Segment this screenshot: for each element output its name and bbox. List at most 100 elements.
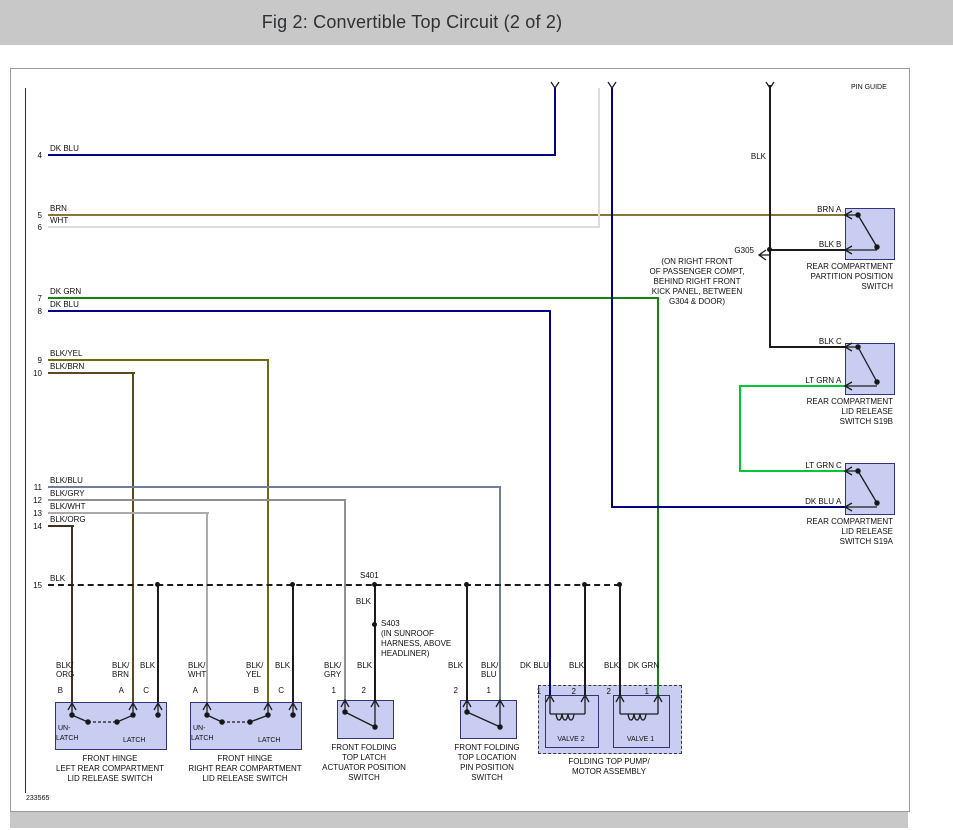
pin-letter: C <box>141 686 149 695</box>
wire-blkbrn-pin10-h <box>48 372 135 374</box>
wire-label: BLK/BLU <box>50 476 83 485</box>
wire-dkblu-pin4-h <box>48 154 556 156</box>
pin-number: 8 <box>26 307 42 316</box>
component-caption: MOTOR ASSEMBLY <box>538 767 680 776</box>
switch-position-label: LATCH <box>123 737 145 745</box>
wire-blkbrn-pin10-v <box>132 372 134 702</box>
wire-label: BLK <box>448 661 463 670</box>
latch-actuator-switch-box <box>337 700 394 739</box>
wire-blkwht-pin13-v <box>206 512 208 702</box>
component-caption: PARTITION POSITION <box>768 272 893 281</box>
pin-number: 10 <box>26 369 42 378</box>
component-caption: FRONT FOLDING <box>432 743 542 752</box>
wire-blkgry-pin12-h <box>48 499 346 501</box>
lid-release-switch-s19a-box <box>845 463 895 515</box>
pin-letter: A <box>190 686 198 695</box>
pin-number: 13 <box>26 509 42 518</box>
pin-number: 1 <box>483 686 491 695</box>
page-title: Fig 2: Convertible Top Circuit (2 of 2) <box>0 0 824 45</box>
wire-wht-pin6-v <box>598 88 600 228</box>
splice-s403-dot <box>372 622 377 627</box>
component-caption: PIN POSITION <box>432 763 542 772</box>
component-caption: ACTUATOR POSITION <box>309 763 419 772</box>
wire-label: BLK <box>342 597 371 606</box>
wire-dkblu-pin8-v <box>549 310 551 695</box>
wire-blk-s401-s403-v <box>374 585 376 700</box>
wire-label: BRN <box>50 204 67 213</box>
ground-note-line: OF PASSENGER COMPT, <box>640 267 754 276</box>
wire-blk-pinswitch-v <box>466 585 468 700</box>
component-caption: TOP LATCH <box>309 753 419 762</box>
wire-label: BLK/YEL <box>50 349 82 358</box>
wire-label: BLK <box>604 661 619 670</box>
wire-blkyel-pin9-v <box>267 359 269 702</box>
wire-label: BLK/ <box>112 661 129 670</box>
wire-label: BLK/ <box>246 661 263 670</box>
wire-label: BLK/ <box>324 661 341 670</box>
component-caption: REAR COMPARTMENT <box>768 397 893 406</box>
left-connector-rail <box>25 88 26 793</box>
wire-label: BLK <box>275 661 290 670</box>
pin-number: 2 <box>568 687 576 696</box>
wire-blkyel-pin9-h <box>48 359 269 361</box>
wire-label: DK BLU <box>50 144 79 153</box>
wire-label: BLK/BRN <box>50 362 84 371</box>
component-caption: FRONT HINGE <box>40 754 180 763</box>
wire-ltgrn-s19a-c-h <box>739 470 847 472</box>
pin-letter: C <box>836 337 842 346</box>
pin-number: 1 <box>533 687 541 696</box>
wire-label: DK BLU <box>788 497 834 506</box>
pin-letter: C <box>276 686 284 695</box>
valve-label: VALVE 1 <box>613 736 668 744</box>
wire-label: BRN <box>794 205 834 214</box>
footer-bar <box>10 812 908 828</box>
pin-number: 4 <box>26 151 42 160</box>
wire-blkblu-pin11-v <box>499 486 501 700</box>
pin-number: 7 <box>26 294 42 303</box>
splice-note-line: HARNESS, ABOVE <box>381 639 451 648</box>
figure-code: 233565 <box>26 795 49 803</box>
wire-label: BLK/GRY <box>50 489 85 498</box>
wire-label: BLK/ <box>56 661 73 670</box>
switch-position-label: LATCH <box>191 735 213 743</box>
ground-note-line: G304 & DOOR) <box>640 297 754 306</box>
switch-position-label: UN- <box>193 725 205 733</box>
splice-s401-dot <box>372 582 377 587</box>
pin-number: 11 <box>26 483 42 492</box>
wire-label: BLK/ORG <box>50 515 86 524</box>
component-caption: LID RELEASE SWITCH <box>40 774 180 783</box>
component-caption: LID RELEASE <box>768 407 893 416</box>
component-caption: LEFT REAR COMPARTMENT <box>40 764 180 773</box>
pin-number: 6 <box>26 223 42 232</box>
wire-dkblu-pin4-v <box>554 88 556 156</box>
wire-blk-s19b-c-h <box>769 346 847 348</box>
wire-brn-pin5-h <box>48 214 845 216</box>
component-caption: SWITCH <box>768 282 893 291</box>
component-caption: LID RELEASE <box>768 527 893 536</box>
component-caption: SWITCH <box>432 773 542 782</box>
pin-letter: A <box>116 686 124 695</box>
pin-letter: C <box>836 461 842 470</box>
pin-number: 14 <box>26 522 42 531</box>
component-caption: REAR COMPARTMENT <box>768 262 893 271</box>
pin-letter: A <box>836 497 841 506</box>
component-caption: SWITCH S19B <box>768 417 893 426</box>
switch-position-label: LATCH <box>258 737 280 745</box>
wire-ltgrn-v <box>739 385 741 472</box>
ground-note-line: KICK PANEL, BETWEEN <box>640 287 754 296</box>
splice-s403-label: S403 <box>381 619 400 628</box>
pin-number: 5 <box>26 211 42 220</box>
wire-blk-partition-b-h <box>769 249 847 251</box>
wire-label: DK GRN <box>50 287 81 296</box>
pin-number: 2 <box>450 686 458 695</box>
wire-blk-ground-v <box>769 85 771 348</box>
wire-label: GRY <box>324 670 341 679</box>
wire-dkblu-pin8-h <box>48 310 551 312</box>
wire-label: BLU <box>481 670 497 679</box>
splice-note-line: HEADLINER) <box>381 649 429 658</box>
wire-label: BLK/WHT <box>50 502 86 511</box>
switch-position-label: LATCH <box>56 735 78 743</box>
wire-wht-pin6-h <box>48 226 599 228</box>
wire-blk-pin15-dashed <box>48 584 620 586</box>
component-caption: FOLDING TOP PUMP/ <box>538 757 680 766</box>
